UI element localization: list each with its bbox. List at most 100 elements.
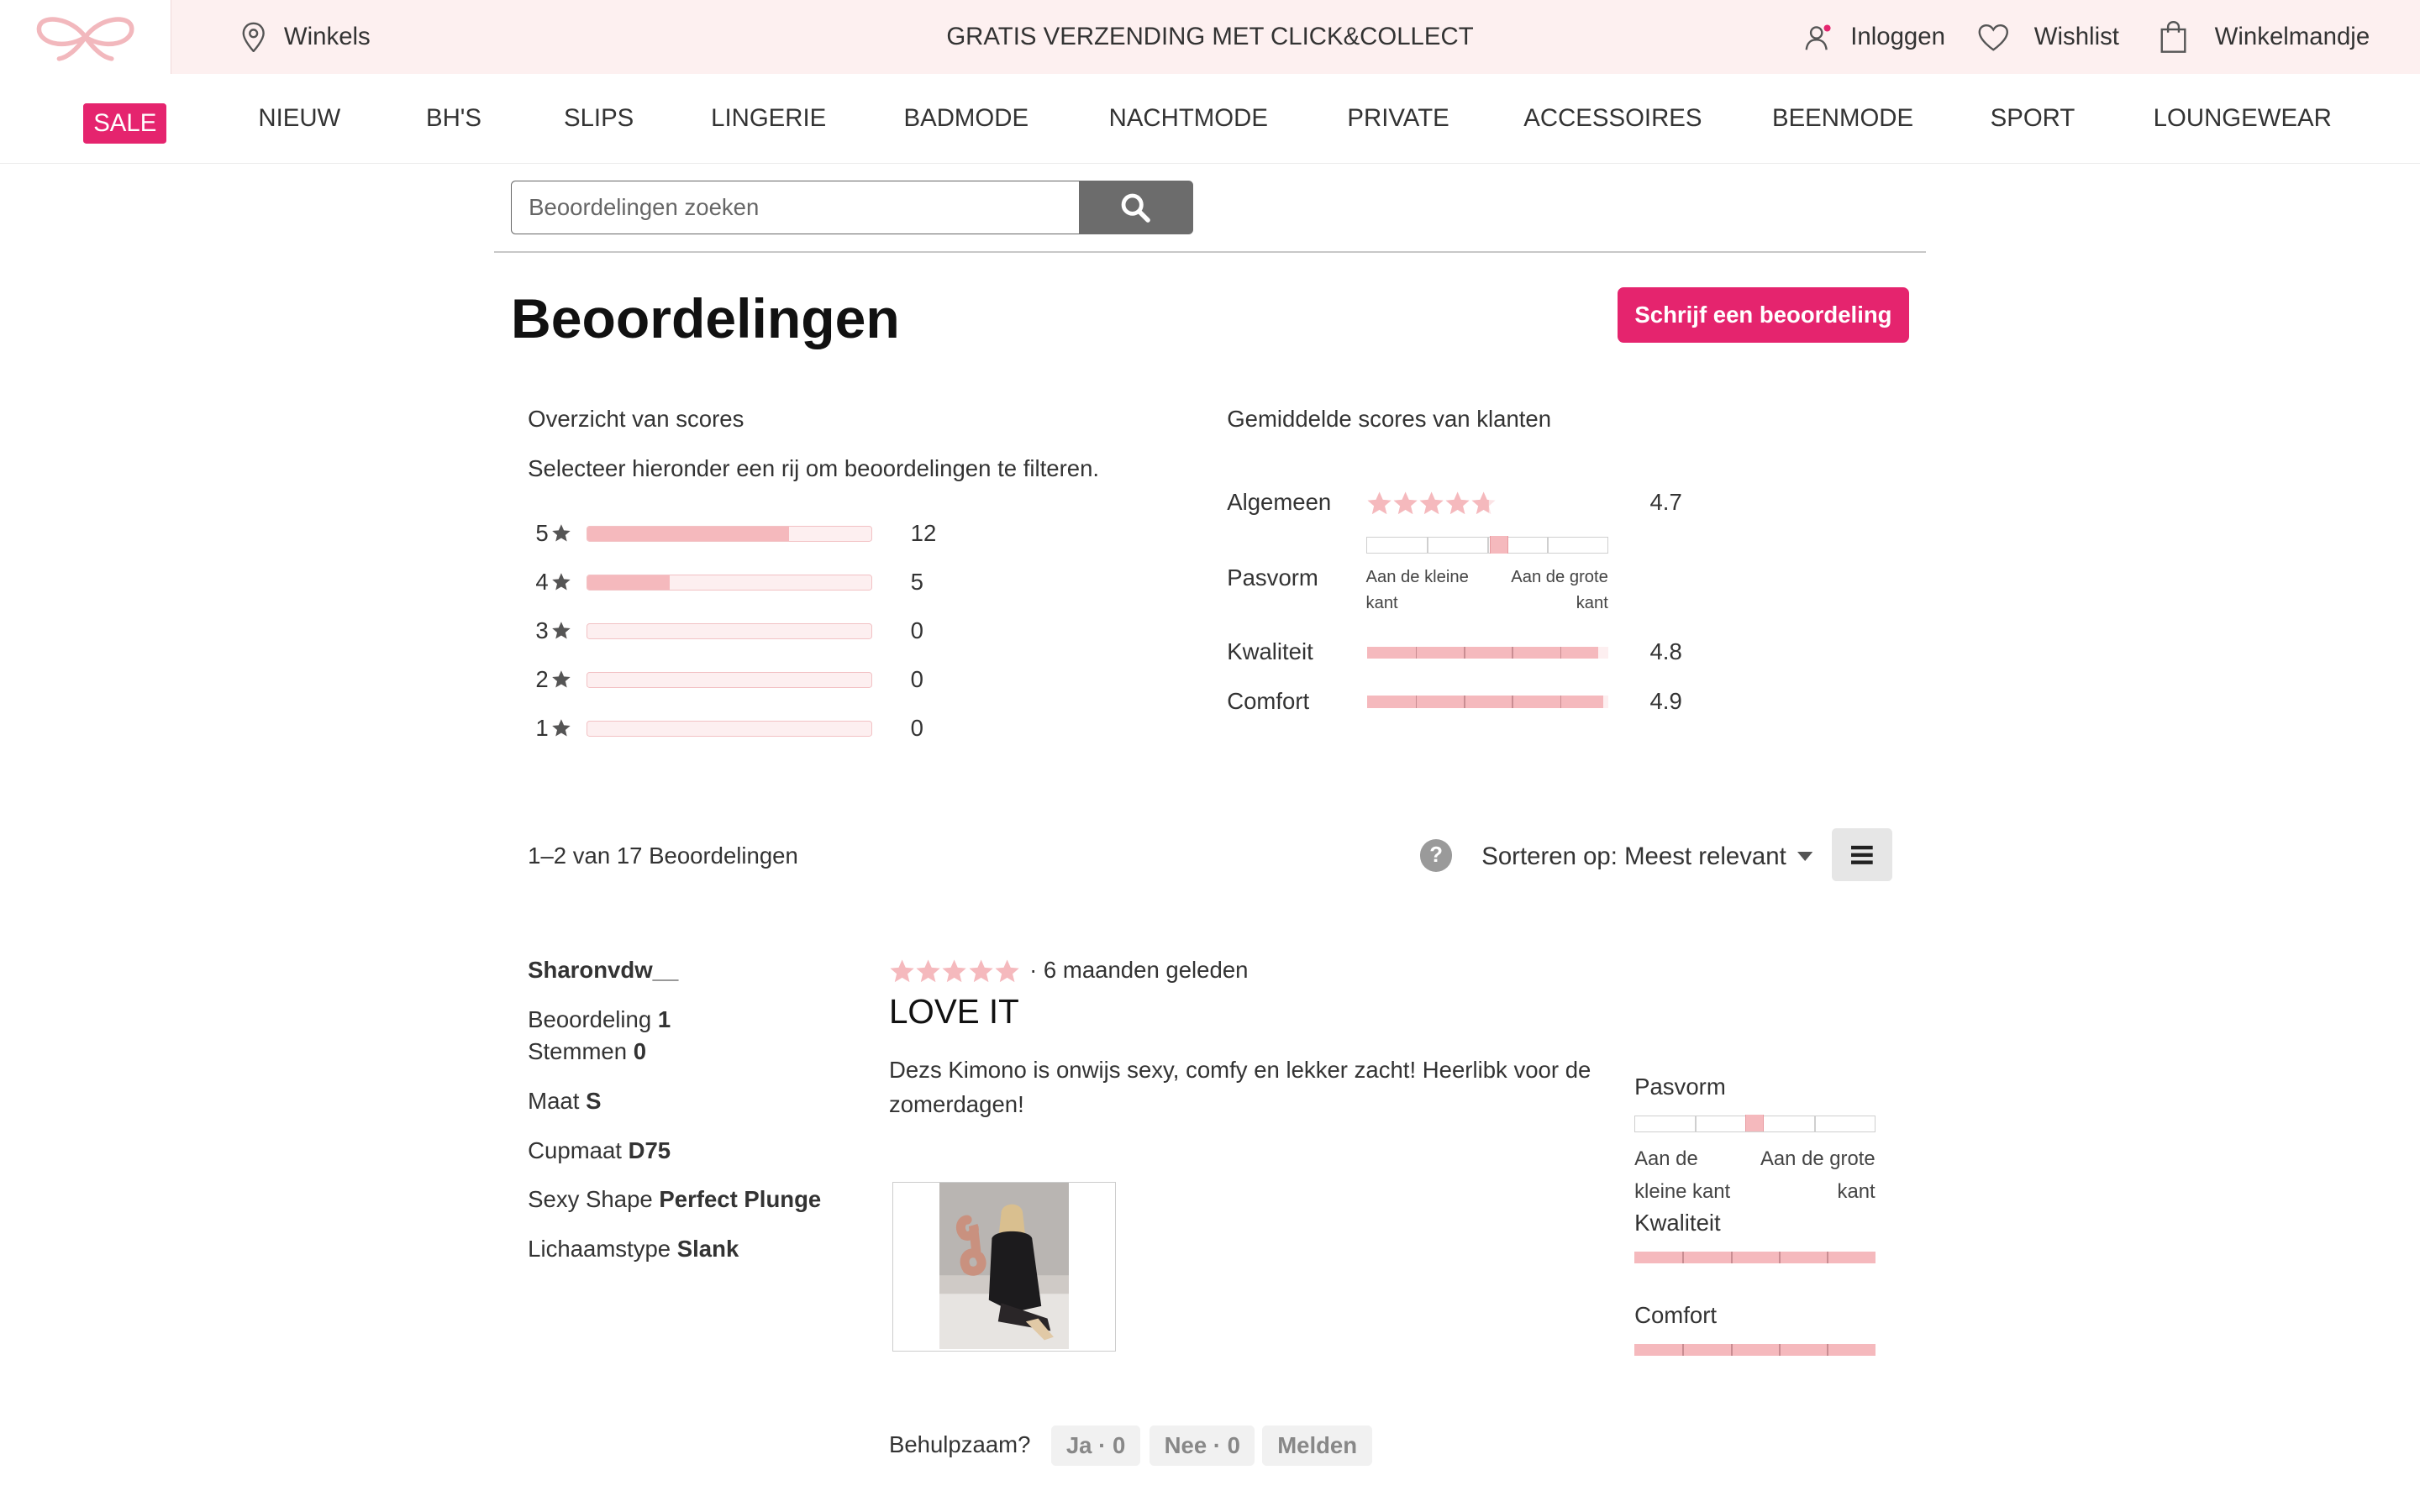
cart-link[interactable]: Winkelmandje	[2160, 0, 2370, 74]
list-view-button[interactable]	[1832, 828, 1892, 881]
histogram-star-number: 3	[535, 617, 549, 644]
nav-item-sport[interactable]: SPORT	[1991, 74, 2075, 164]
votes-label: Stemmen	[528, 1038, 628, 1065]
review-photo-thumbnail[interactable]	[892, 1181, 1116, 1352]
fit-scale-tick	[1486, 538, 1489, 554]
histogram-row[interactable]: 20	[524, 666, 956, 697]
review-count: 1–2 van 17 Beoordelingen	[528, 842, 798, 869]
histogram-star-number: 5	[535, 519, 549, 546]
rating-bar-tick	[1730, 1343, 1733, 1357]
star-icon	[552, 719, 571, 737]
rating-bar-tick	[1827, 1343, 1829, 1357]
stores-link[interactable]: Winkels	[241, 0, 371, 74]
shape-value: Perfect Plunge	[659, 1186, 822, 1213]
nav-item-beenmode[interactable]: BEENMODE	[1772, 74, 1913, 164]
shopping-bag-icon	[2160, 20, 2186, 53]
fit-high-label: Aan de grote kant	[1511, 568, 1608, 613]
cup-label: Cupmaat	[528, 1137, 622, 1163]
sort-label: Sorteren op: Meest relevant	[1481, 842, 1786, 870]
histogram-bar-fill	[587, 575, 670, 590]
nav-item-lingerie[interactable]: LINGERIE	[711, 74, 826, 164]
overall-label: Algemeen	[1227, 489, 1332, 516]
rating-bar-tick	[1730, 1251, 1733, 1264]
histogram-star-label: 2	[535, 666, 571, 693]
fit-marker	[1489, 536, 1508, 554]
nav-item-nieuw[interactable]: NIEUW	[258, 74, 340, 164]
fit-scale-tick	[1547, 538, 1549, 554]
author-size: Maat S	[528, 1088, 601, 1115]
histogram-count: 0	[910, 666, 923, 693]
rating-star-icon	[969, 959, 993, 982]
nav-item-accessoires[interactable]: ACCESSOIRES	[1523, 74, 1702, 164]
review-fit-scale	[1634, 1115, 1876, 1133]
review-photo	[939, 1182, 1069, 1350]
wishlist-link[interactable]: Wishlist	[1977, 0, 2119, 74]
review-fit-low-label: Aan de kleine kant	[1634, 1147, 1731, 1203]
fit-label: Pasvorm	[1227, 564, 1318, 591]
author-review-count: Beoordeling 1	[528, 1006, 671, 1033]
review-text: Dezs Kimono is onwijs sexy, comfy en lek…	[888, 1057, 1591, 1117]
brand-logo[interactable]	[0, 0, 171, 75]
location-pin-icon	[242, 22, 265, 53]
overall-value: 4.7	[1649, 489, 1682, 516]
histogram-bar	[586, 575, 872, 591]
heart-icon	[1978, 24, 2008, 51]
sort-dropdown[interactable]: Sorteren op: Meest relevant	[1481, 843, 1812, 871]
histogram-row[interactable]: 5 12	[524, 520, 956, 551]
rating-star-icon	[942, 959, 967, 982]
histogram-bar	[586, 526, 872, 542]
review-author[interactable]: Sharonvdw__	[528, 957, 678, 984]
main-navigation: SALE NIEUW BH'S SLIPS LINGERIE BADMODE N…	[0, 74, 2420, 164]
wishlist-label: Wishlist	[2033, 23, 2119, 51]
histogram-row[interactable]: 10	[524, 715, 956, 746]
author-vote-count: Stemmen 0	[528, 1038, 646, 1065]
reviews-label: Beoordeling	[528, 1005, 652, 1032]
login-link[interactable]: Inloggen	[1804, 0, 1945, 74]
helpful-label: Behulpzaam?	[888, 1431, 1031, 1458]
rating-bar-tick	[1827, 1251, 1829, 1264]
histogram-star-number: 1	[535, 715, 549, 742]
top-bar: Winkels GRATIS VERZENDING MET CLICK&COLL…	[0, 0, 2420, 75]
histogram-bar	[586, 623, 872, 639]
nav-item-badmode[interactable]: BADMODE	[904, 74, 1029, 164]
fit-scale	[1365, 536, 1608, 554]
nav-item-nachtmode[interactable]: NACHTMODE	[1109, 74, 1268, 164]
rating-bar-tick	[1560, 696, 1562, 709]
rating-bar-fill	[1367, 646, 1599, 659]
histogram-row[interactable]: 45	[524, 569, 956, 600]
helpful-yes-button[interactable]: Ja · 0	[1050, 1425, 1141, 1466]
histogram-count: 12	[910, 519, 937, 546]
body-type-label: Lichaamstype	[528, 1236, 671, 1263]
nav-item-slips[interactable]: SLIPS	[564, 74, 634, 164]
star-icon	[552, 573, 571, 591]
rating-bar-fill	[1367, 696, 1604, 709]
fit-low-label: Aan de kleine kant	[1365, 568, 1469, 613]
fit-scale-tick	[1814, 1116, 1817, 1132]
review-fit-label: Pasvorm	[1634, 1074, 1726, 1100]
rating-star-icon	[916, 959, 940, 982]
nav-item-bhs[interactable]: BH'S	[426, 74, 481, 164]
help-icon[interactable]: ?	[1419, 839, 1453, 872]
report-button[interactable]: Melden	[1262, 1425, 1372, 1466]
histogram-star-label: 3	[535, 617, 571, 644]
review-comfort-bar	[1634, 1343, 1876, 1357]
quality-value: 4.8	[1649, 638, 1682, 665]
review-search-input[interactable]	[510, 180, 1081, 235]
histogram-star-number: 4	[535, 569, 549, 596]
search-button[interactable]	[1078, 180, 1193, 235]
helpful-no-button[interactable]: Nee · 0	[1150, 1425, 1255, 1466]
rating-star-icon	[1367, 491, 1392, 515]
rating-bar-tick	[1560, 646, 1562, 659]
cup-value: D75	[628, 1137, 671, 1163]
histogram-star-label: 1	[535, 715, 571, 742]
author-cup-size: Cupmaat D75	[528, 1137, 671, 1164]
nav-item-private[interactable]: PRIVATE	[1347, 74, 1449, 164]
star-icon	[552, 670, 571, 688]
histogram-row[interactable]: 30	[524, 617, 956, 648]
write-review-button[interactable]: Schrijf een beoordeling	[1617, 286, 1910, 343]
nav-item-sale[interactable]: SALE	[83, 103, 167, 144]
page-title: Beoordelingen	[510, 287, 900, 350]
bow-logo-icon	[36, 17, 134, 61]
nav-item-loungewear[interactable]: LOUNGEWEAR	[2154, 74, 2332, 164]
user-icon	[1805, 24, 1831, 50]
